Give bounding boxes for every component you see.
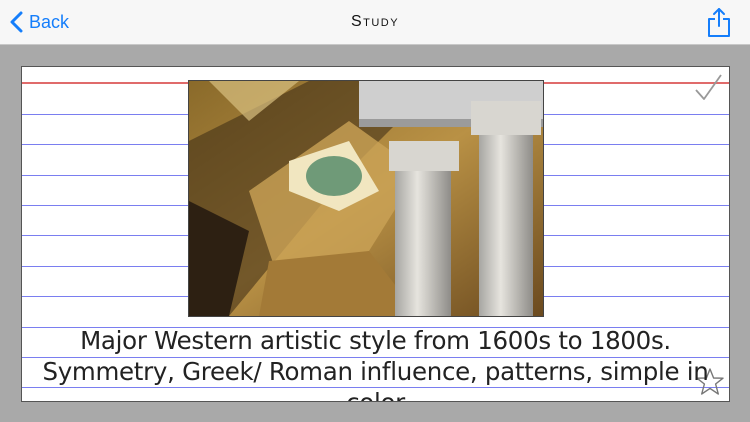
card-definition-text: Major Western artistic style from 1600s … [42,326,709,401]
page-title: Study [350,13,400,30]
card-image [188,80,544,317]
navigation-bar: Back Study [0,0,750,45]
checkmark-icon[interactable] [693,73,723,103]
share-icon[interactable] [706,6,732,38]
flashcard[interactable]: Major Western artistic style from 1600s … [21,66,730,402]
